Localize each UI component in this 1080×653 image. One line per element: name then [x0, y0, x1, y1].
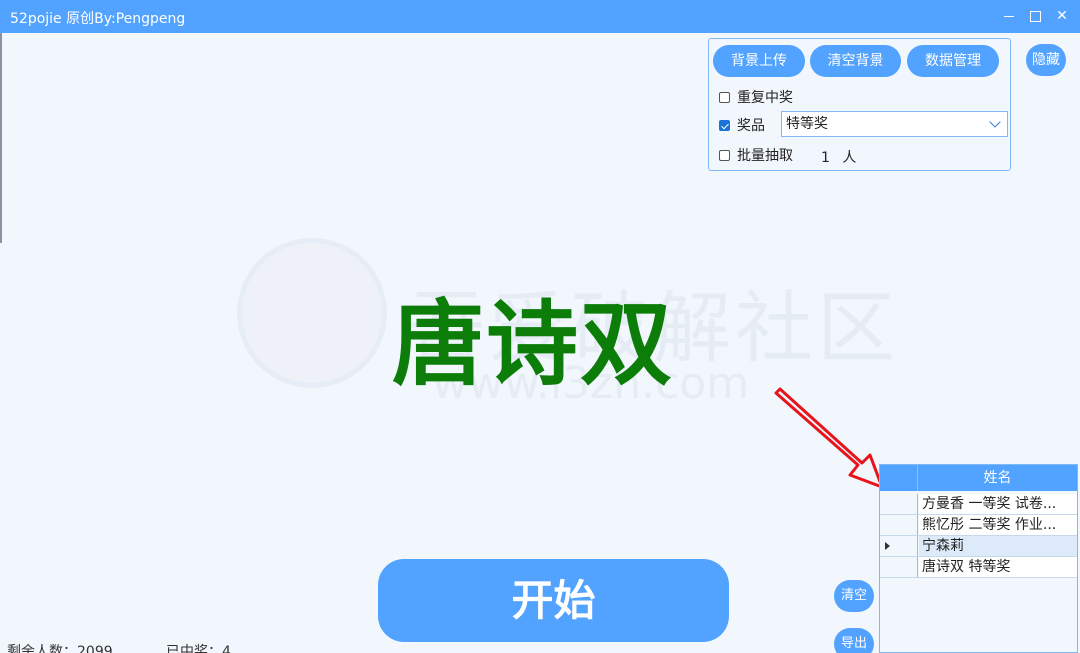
repeat-win-checkbox[interactable] [719, 91, 730, 103]
table-row[interactable]: 唐诗双 特等奖 [880, 557, 1077, 578]
batch-draw-checkbox[interactable] [719, 149, 730, 161]
table-row[interactable]: 熊忆彤 二等奖 作业... [880, 515, 1077, 536]
winner-name-display: 唐诗双 [391, 291, 674, 398]
grid-header: 姓名 [880, 465, 1077, 491]
hide-button[interactable]: 隐藏 [1026, 44, 1066, 76]
background-upload-button[interactable]: 背景上传 [713, 45, 805, 77]
settings-panel: 背景上传 清空背景 数据管理 重复中奖 奖品 特等奖 批量抽取 1 人 [708, 38, 1011, 171]
prize-checkbox[interactable] [719, 119, 730, 131]
table-row[interactable]: 方曼香 一等奖 试卷... [880, 494, 1077, 515]
row-header-corner [880, 465, 918, 491]
close-button[interactable]: ✕ [1052, 6, 1072, 26]
minimize-button[interactable] [999, 6, 1019, 26]
row-header[interactable] [880, 515, 918, 535]
prize-select-value: 特等奖 [786, 116, 828, 132]
batch-count-value[interactable]: 1 [821, 150, 830, 166]
name-cell[interactable]: 宁森莉 [919, 536, 1077, 556]
clear-list-button[interactable]: 清空 [834, 580, 874, 612]
current-row-icon [885, 542, 890, 550]
name-cell[interactable]: 唐诗双 特等奖 [919, 557, 1077, 577]
repeat-win-option[interactable]: 重复中奖 [719, 87, 793, 107]
maximize-button[interactable] [1025, 6, 1045, 26]
table-row[interactable]: 宁森莉 [880, 536, 1077, 557]
repeat-win-label: 重复中奖 [737, 90, 793, 106]
row-header[interactable] [880, 494, 918, 514]
batch-draw-label: 批量抽取 [737, 148, 793, 164]
clear-background-button[interactable]: 清空背景 [810, 45, 901, 77]
prize-option[interactable]: 奖品 [719, 115, 765, 135]
remaining-count: 剩余人数：2099 [7, 644, 113, 653]
winner-count: 已中奖：4 [166, 644, 231, 653]
title-bar: 52pojie 原创By:Pengpeng ✕ [0, 0, 1080, 33]
batch-count[interactable]: 1 人 [821, 147, 856, 167]
batch-count-unit: 人 [842, 150, 857, 166]
winners-grid[interactable]: 姓名 方曼香 一等奖 试卷... 熊忆彤 二等奖 作业... 宁森莉 唐诗双 特… [879, 464, 1078, 653]
start-button[interactable]: 开始 [378, 559, 729, 642]
row-header[interactable] [880, 536, 918, 556]
name-cell[interactable]: 方曼香 一等奖 试卷... [919, 494, 1077, 514]
name-cell[interactable]: 熊忆彤 二等奖 作业... [919, 515, 1077, 535]
row-header[interactable] [880, 557, 918, 577]
data-management-button[interactable]: 数据管理 [907, 45, 999, 77]
prize-label: 奖品 [737, 118, 765, 134]
window-edge [0, 33, 2, 243]
chevron-down-icon [989, 116, 1001, 128]
batch-draw-option[interactable]: 批量抽取 [719, 145, 793, 165]
export-button[interactable]: 导出 [834, 628, 874, 653]
prize-select[interactable]: 特等奖 [781, 111, 1008, 137]
column-header-name[interactable]: 姓名 [918, 465, 1077, 491]
window-title: 52pojie 原创By:Pengpeng [10, 11, 186, 27]
